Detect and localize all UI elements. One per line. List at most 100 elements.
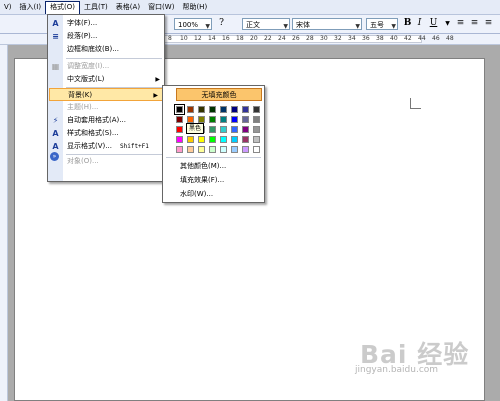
color-swatch[interactable]: [253, 146, 260, 153]
color-swatch[interactable]: [253, 136, 260, 143]
menu-insert[interactable]: 插入(I): [16, 1, 46, 13]
menu-item-chinese-layout[interactable]: 中文版式(L) ▶: [48, 73, 164, 86]
size-dropdown[interactable]: 五号 ▼: [366, 18, 398, 30]
color-swatch[interactable]: [253, 116, 260, 123]
ruler-number: 40: [390, 35, 398, 42]
font-value: 宋体: [296, 21, 310, 29]
color-swatch[interactable]: [220, 136, 227, 143]
menu-item-styles-formatting[interactable]: A 样式和格式(S)...: [48, 127, 164, 140]
color-swatch[interactable]: [242, 116, 249, 123]
watermark-item[interactable]: 水印(W)...: [180, 189, 213, 199]
menu-item-shortcut: Shift+F1: [120, 143, 149, 150]
color-swatch[interactable]: [231, 126, 238, 133]
italic-button[interactable]: I: [414, 18, 425, 29]
no-fill-button[interactable]: 无填充颜色: [176, 88, 262, 101]
menu-item-label: 样式和格式(S)...: [67, 129, 119, 137]
submenu-arrow-icon: ▶: [155, 76, 160, 83]
color-swatch[interactable]: [176, 126, 183, 133]
menu-tools[interactable]: 工具(T): [80, 1, 112, 13]
ruler-number: 42: [404, 35, 412, 42]
styles-icon: A: [52, 129, 59, 138]
help-icon[interactable]: ?: [216, 18, 227, 29]
menu-window[interactable]: 窗口(W): [144, 1, 178, 13]
color-swatch[interactable]: [231, 116, 238, 123]
color-swatch[interactable]: [242, 126, 249, 133]
zoom-dropdown[interactable]: 100% ▼: [174, 18, 212, 30]
color-swatch[interactable]: [198, 146, 205, 153]
ruler-number: 22: [264, 35, 272, 42]
color-swatch[interactable]: [231, 136, 238, 143]
menu-table[interactable]: 表格(A): [112, 1, 144, 13]
color-swatch[interactable]: [176, 136, 183, 143]
color-swatch[interactable]: [187, 116, 194, 123]
menu-item-reveal-formatting[interactable]: A 显示格式(V)... Shift+F1: [48, 140, 164, 153]
menu-item-autoformat[interactable]: ⚡ 自动套用格式(A)...: [48, 114, 164, 127]
color-swatch[interactable]: [253, 106, 260, 113]
adjust-width-icon: ▦: [51, 62, 60, 71]
chevron-down-icon[interactable]: ▼: [442, 18, 453, 29]
color-tooltip: 黑色: [186, 123, 205, 134]
color-swatch[interactable]: [220, 126, 227, 133]
menu-item-theme[interactable]: 主题(H)...: [48, 101, 164, 114]
color-swatch[interactable]: [242, 136, 249, 143]
menu-item-adjust-width[interactable]: ▦ 调整宽度(I)...: [48, 60, 164, 73]
chevron-down-icon: ▼: [391, 23, 396, 30]
color-swatch[interactable]: [176, 116, 183, 123]
menu-item-borders-shading[interactable]: 边框和底纹(B)...: [48, 43, 164, 56]
menu-help[interactable]: 帮助(H): [178, 1, 211, 13]
menu-view[interactable]: V): [0, 1, 16, 13]
color-swatch[interactable]: [198, 106, 205, 113]
color-swatch[interactable]: [209, 146, 216, 153]
ruler-number: 8: [168, 35, 172, 42]
ruler-number: 32: [334, 35, 342, 42]
color-swatch[interactable]: [242, 146, 249, 153]
menu-item-paragraph[interactable]: ≡ 段落(P)...: [48, 30, 164, 43]
ruler-number: 36: [362, 35, 370, 42]
menu-item-label: 自动套用格式(A)...: [67, 116, 126, 124]
chevron-down-icon: ▼: [283, 23, 288, 30]
menu-item-background[interactable]: 背景(K) ▶: [49, 88, 163, 101]
expand-menu-icon[interactable]: »: [50, 152, 59, 161]
paragraph-icon: ≡: [52, 32, 59, 41]
color-swatch[interactable]: [198, 116, 205, 123]
align-right-icon[interactable]: ≡: [483, 18, 494, 29]
color-swatch[interactable]: [198, 136, 205, 143]
vertical-ruler[interactable]: [0, 45, 8, 401]
menu-format[interactable]: 格式(O): [45, 0, 81, 14]
color-swatch[interactable]: [209, 116, 216, 123]
color-swatch[interactable]: [220, 116, 227, 123]
zoom-value: 100%: [178, 21, 199, 29]
align-left-icon[interactable]: ≡: [455, 18, 466, 29]
color-swatch[interactable]: [253, 126, 260, 133]
format-menu: A 字体(F)... ≡ 段落(P)... 边框和底纹(B)... ▦ 调整宽度…: [47, 14, 165, 182]
style-dropdown[interactable]: 正文 ▼: [242, 18, 290, 30]
color-swatch[interactable]: [174, 104, 185, 115]
underline-button[interactable]: U: [428, 18, 439, 29]
color-swatch[interactable]: [209, 136, 216, 143]
color-swatch[interactable]: [231, 106, 238, 113]
color-swatch[interactable]: [209, 126, 216, 133]
color-swatch[interactable]: [220, 146, 227, 153]
menu-item-label: 调整宽度(I)...: [67, 62, 110, 70]
ruler-number: 30: [320, 35, 328, 42]
bold-button[interactable]: B: [402, 18, 413, 29]
menu-item-font[interactable]: A 字体(F)...: [48, 17, 164, 30]
style-value: 正文: [246, 21, 260, 29]
menu-bar: V) 插入(I) 格式(O) 工具(T) 表格(A) 窗口(W) 帮助(H): [0, 0, 500, 15]
menu-item-object[interactable]: 对象(O)...: [48, 155, 164, 168]
font-dropdown[interactable]: 宋体 ▼: [292, 18, 362, 30]
color-swatch[interactable]: [187, 106, 194, 113]
more-colors-item[interactable]: 其他颜色(M)...: [180, 161, 226, 171]
fill-effects-item[interactable]: 填充效果(F)...: [180, 175, 224, 185]
color-swatch[interactable]: [231, 146, 238, 153]
color-swatch[interactable]: [209, 106, 216, 113]
color-swatch[interactable]: [220, 106, 227, 113]
ruler-number: 34: [348, 35, 356, 42]
color-swatch[interactable]: [176, 146, 183, 153]
color-swatch[interactable]: [187, 136, 194, 143]
color-swatch[interactable]: [242, 106, 249, 113]
ruler-number: 26: [292, 35, 300, 42]
font-icon: A: [52, 19, 59, 28]
align-center-icon[interactable]: ≡: [469, 18, 480, 29]
color-swatch[interactable]: [187, 146, 194, 153]
